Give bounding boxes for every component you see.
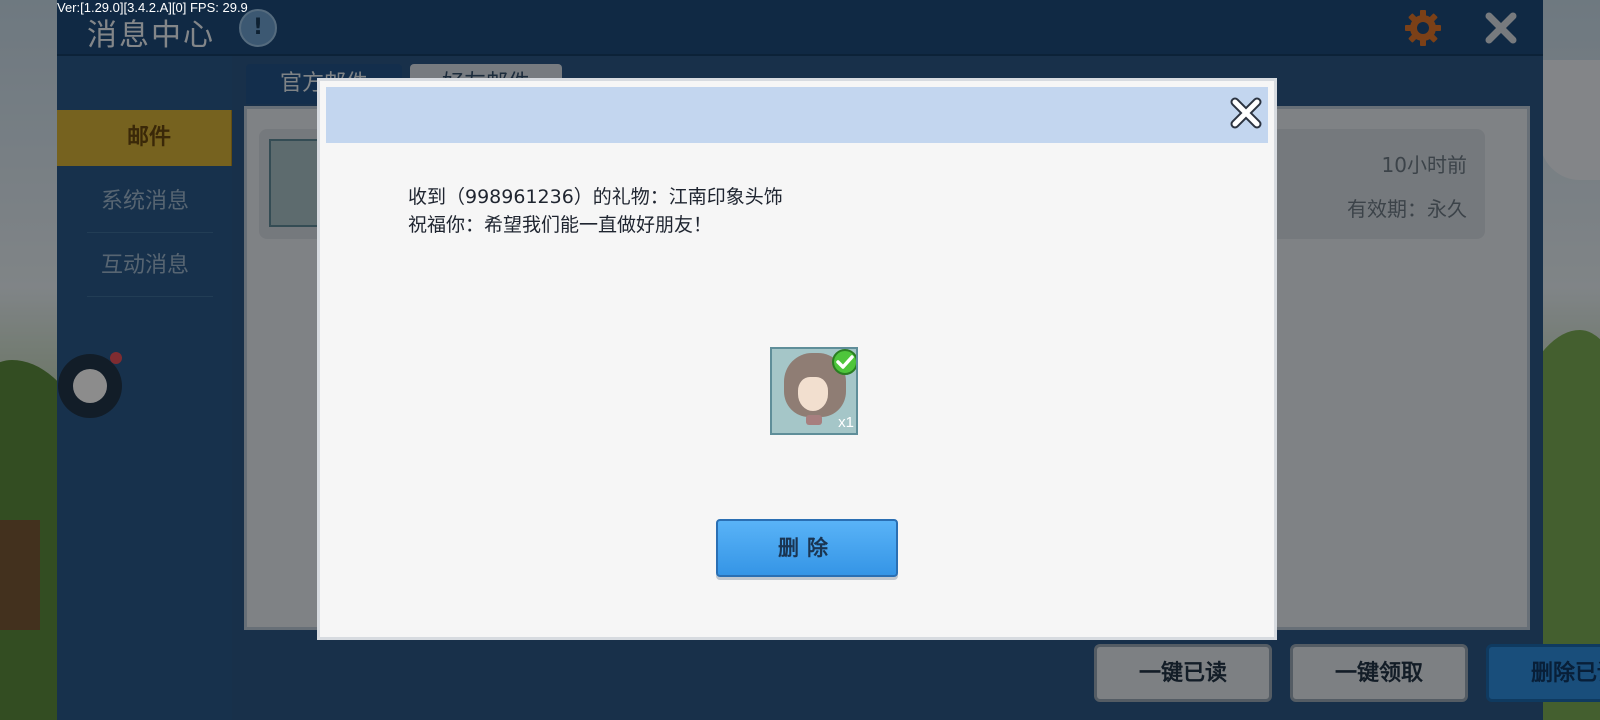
gift-line-1: 收到（998961236）的礼物：江南印象头饰: [408, 186, 783, 208]
gift-item-slot[interactable]: x1: [770, 347, 858, 435]
gift-message: 收到（998961236）的礼物：江南印象头饰 祝福你：希望我们能一直做好朋友！: [408, 183, 783, 239]
debug-info: Ver:[1.29.0][3.4.2.A][0] FPS: 29.9: [57, 0, 248, 15]
gift-line-2: 祝福你：希望我们能一直做好朋友！: [408, 214, 713, 236]
character-face: [798, 377, 828, 411]
dialog-header: [326, 87, 1268, 143]
delete-button[interactable]: 删除: [716, 519, 898, 577]
character-legs: [806, 415, 822, 425]
check-icon: [832, 349, 856, 375]
close-icon[interactable]: [1226, 93, 1266, 133]
gift-dialog: 收到（998961236）的礼物：江南印象头饰 祝福你：希望我们能一直做好朋友！…: [317, 78, 1277, 640]
item-count: x1: [838, 414, 854, 431]
